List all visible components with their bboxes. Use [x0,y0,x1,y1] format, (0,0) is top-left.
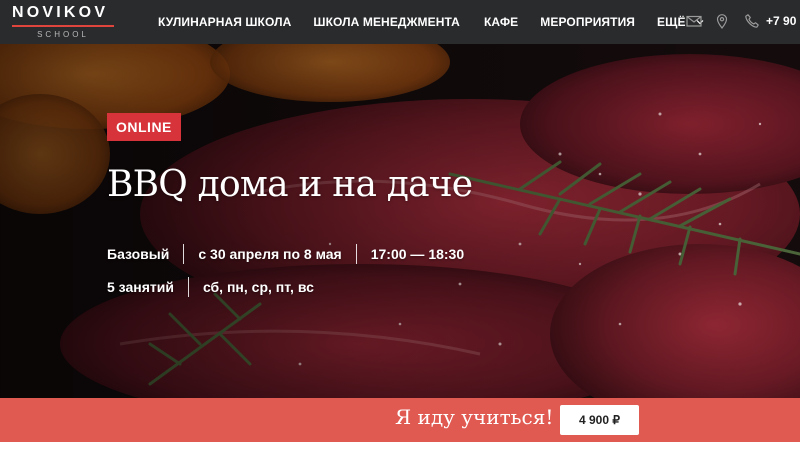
nav-item-cooking-school[interactable]: КУЛИНАРНАЯ ШКОЛА [158,15,291,29]
bottom-strip [0,442,800,450]
online-badge: ONLINE [107,113,181,141]
mail-icon[interactable] [686,13,702,29]
divider [187,277,189,297]
brand-subtitle: SCHOOL [37,30,89,39]
phone-number[interactable]: +7 90 [766,14,796,28]
hero-banner: ONLINE BBQ дома и на даче Базовый с 30 а… [0,44,800,398]
nav-item-cafe[interactable]: КАФЕ [484,15,518,29]
course-meta-row-1: Базовый с 30 апреля по 8 мая 17:00 — 18:… [107,243,464,265]
nav-more-label: ЕЩЁ [657,15,686,29]
enroll-button[interactable]: Я иду учиться! [395,405,553,429]
main-nav: КУЛИНАРНАЯ ШКОЛА ШКОЛА МЕНЕДЖМЕНТА КАФЕ … [158,0,704,44]
divider [355,244,357,264]
site-header: NOVIKOV SCHOOL КУЛИНАРНАЯ ШКОЛА ШКОЛА МЕ… [0,0,800,44]
course-title: BBQ дома и на даче [107,164,473,205]
course-time: 17:00 — 18:30 [370,246,465,262]
phone-icon[interactable] [744,13,760,29]
lessons-count: 5 занятий [107,279,174,295]
brand-name: NOVIKOV [12,4,109,21]
location-pin-icon[interactable] [714,13,730,29]
course-dates: с 30 апреля по 8 мая [198,246,342,262]
nav-item-management-school[interactable]: ШКОЛА МЕНЕДЖМЕНТА [313,15,460,29]
price-button[interactable]: 4 900 ₽ [560,405,639,435]
nav-item-events[interactable]: МЕРОПРИЯТИЯ [540,15,635,29]
course-days: сб, пн, ср, пт, вс [202,279,314,295]
enroll-bar: Я иду учиться! 4 900 ₽ [0,398,800,442]
brand-underline [12,25,114,27]
divider [183,244,185,264]
hero-food-photo [0,44,800,398]
brand-logo[interactable]: NOVIKOV SCHOOL [12,4,116,40]
course-level: Базовый [107,246,170,262]
course-meta-row-2: 5 занятий сб, пн, ср, пт, вс [107,276,314,298]
